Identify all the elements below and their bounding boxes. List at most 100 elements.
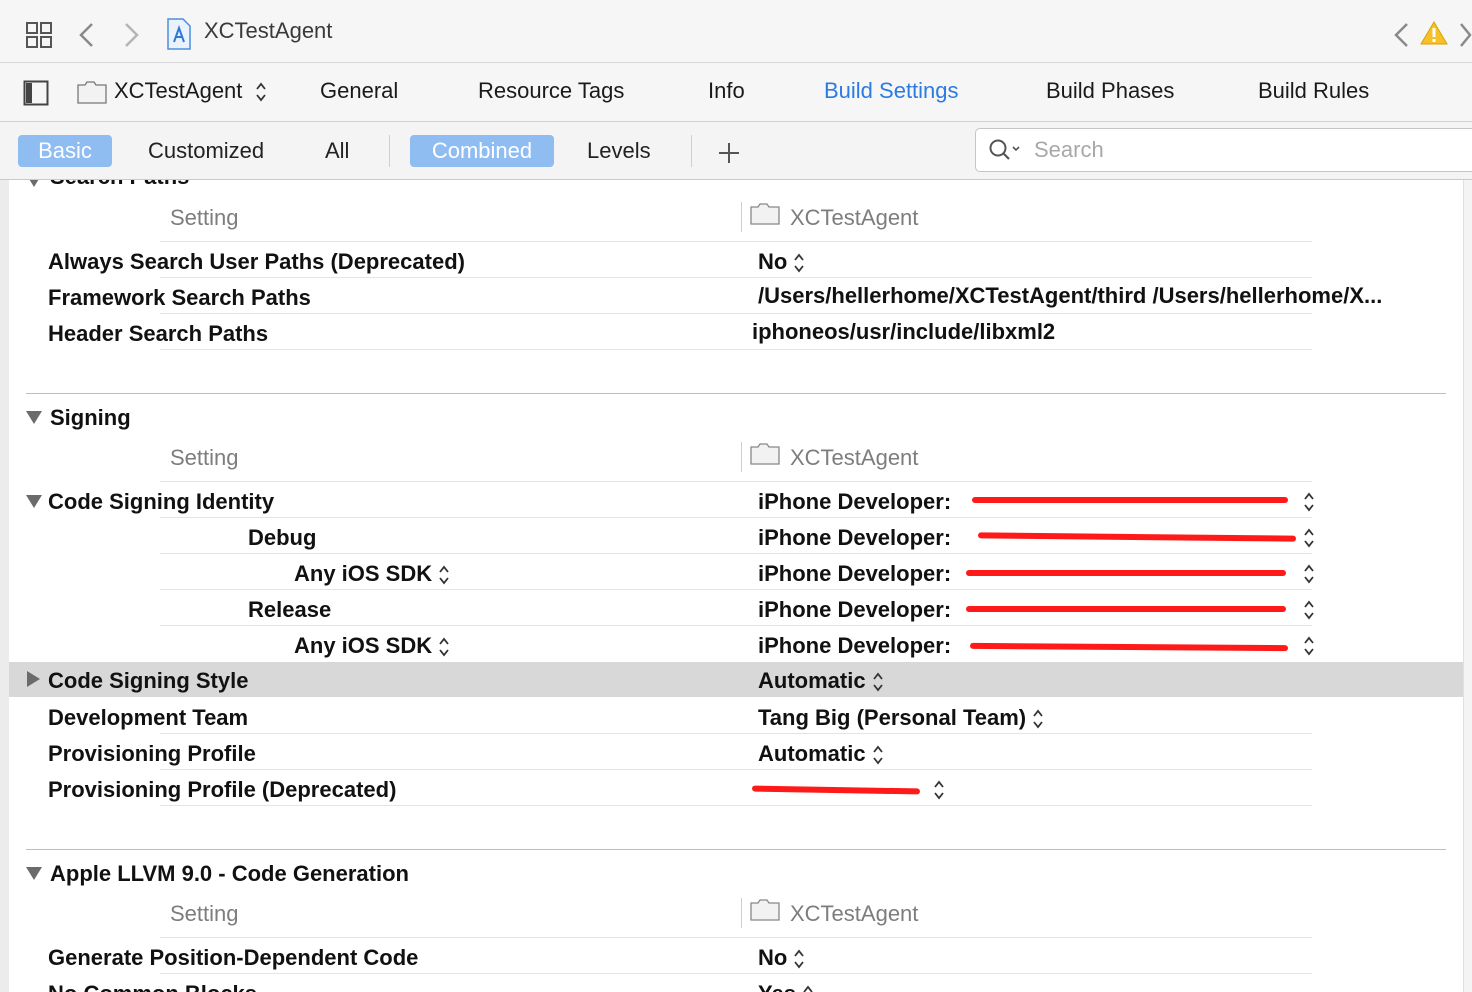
disclosure-triangle-icon[interactable] — [27, 671, 40, 687]
stepper-icon[interactable] — [1303, 491, 1315, 513]
stepper-icon[interactable] — [1303, 635, 1315, 657]
left-gutter — [0, 180, 9, 992]
stepper-icon[interactable] — [1303, 599, 1315, 621]
setting-value[interactable]: iPhone Developer: — [758, 525, 951, 551]
row-divider — [160, 241, 1312, 242]
setting-label: Development Team — [48, 705, 249, 730]
sidebar-toggle-icon[interactable] — [23, 80, 49, 106]
setting-value[interactable]: iPhone Developer: — [758, 489, 951, 515]
search-input[interactable] — [1032, 135, 1456, 165]
setting-value[interactable]: iphoneos/usr/include/libxml2 — [752, 319, 1055, 345]
issue-previous-icon[interactable] — [1393, 22, 1411, 48]
setting-label: Release — [248, 597, 332, 622]
disclosure-triangle-icon[interactable] — [26, 867, 42, 880]
column-header-target: XCTestAgent — [790, 445, 919, 470]
filter-customized-button[interactable]: Customized — [148, 135, 264, 167]
stepper-icon[interactable] — [933, 779, 945, 801]
row-divider — [160, 973, 1312, 974]
target-selector[interactable]: XCTestAgent — [114, 78, 267, 104]
disclosure-triangle-icon[interactable] — [26, 411, 42, 424]
setting-label[interactable]: Any iOS SDK — [294, 633, 450, 659]
redaction-mark — [969, 642, 1289, 652]
stepper-icon[interactable] — [1303, 527, 1315, 549]
setting-value[interactable]: Yes — [758, 981, 814, 992]
row-divider — [160, 313, 1312, 314]
column-header-target: XCTestAgent — [790, 901, 919, 926]
stepper-icon — [255, 82, 266, 102]
row-divider — [160, 625, 1312, 626]
folder-icon — [77, 81, 107, 104]
row-divider — [160, 589, 1312, 590]
filter-all-button[interactable]: All — [325, 135, 349, 167]
setting-value[interactable]: Automatic — [758, 741, 884, 767]
row-divider — [160, 553, 1312, 554]
column-header-setting: Setting — [170, 205, 239, 230]
setting-value[interactable]: iPhone Developer: — [758, 597, 951, 623]
redaction-mark — [972, 497, 1288, 503]
stepper-icon[interactable] — [793, 948, 805, 970]
issue-next-icon[interactable] — [1458, 22, 1472, 48]
column-header-setting: Setting — [170, 445, 239, 470]
folder-icon — [750, 203, 780, 225]
view-combined-button[interactable]: Combined — [410, 135, 554, 167]
build-settings-table: Search Paths Setting XCTestAgent Always … — [0, 180, 1472, 992]
xcode-project-icon — [167, 18, 191, 50]
scrollbar-track[interactable] — [1463, 180, 1472, 992]
redaction-mark — [966, 606, 1286, 612]
plus-icon[interactable] — [716, 140, 742, 166]
setting-label: Always Search User Paths (Deprecated) — [48, 249, 465, 274]
stepper-icon[interactable] — [438, 564, 450, 586]
stepper-icon[interactable] — [872, 671, 884, 693]
row-divider — [160, 937, 1312, 938]
filter-basic-button[interactable]: Basic — [18, 135, 112, 167]
setting-label: Debug — [248, 525, 317, 550]
row-divider — [160, 805, 1312, 806]
column-divider — [741, 202, 742, 232]
setting-value[interactable]: iPhone Developer: — [758, 633, 951, 659]
tab-info[interactable]: Info — [708, 78, 745, 104]
redaction-mark — [977, 532, 1297, 542]
stepper-icon[interactable] — [802, 984, 814, 992]
disclosure-triangle-icon[interactable] — [26, 180, 42, 187]
jump-bar: XCTestAgent — [0, 0, 1472, 63]
section-title-signing: Signing — [50, 405, 131, 430]
setting-label[interactable]: Any iOS SDK — [294, 561, 450, 587]
row-divider — [160, 277, 1312, 278]
setting-label: Header Search Paths — [48, 321, 269, 346]
tab-build-settings[interactable]: Build Settings — [824, 78, 959, 104]
section-title-code-generation: Apple LLVM 9.0 - Code Generation — [50, 861, 409, 886]
stepper-icon[interactable] — [872, 744, 884, 766]
stepper-icon[interactable] — [793, 252, 805, 274]
setting-value[interactable]: Tang Big (Personal Team) — [758, 705, 1044, 731]
stepper-icon[interactable] — [1032, 708, 1044, 730]
stepper-icon[interactable] — [438, 636, 450, 658]
warning-icon[interactable] — [1420, 20, 1448, 46]
column-header-target: XCTestAgent — [790, 205, 919, 230]
tab-resource-tags[interactable]: Resource Tags — [478, 78, 624, 104]
tab-general[interactable]: General — [320, 78, 398, 104]
setting-value[interactable]: No — [758, 249, 805, 275]
column-header-setting: Setting — [170, 901, 239, 926]
stepper-icon[interactable] — [1303, 563, 1315, 585]
section-divider — [26, 849, 1446, 850]
disclosure-triangle-icon[interactable] — [26, 495, 42, 508]
filter-divider — [691, 135, 692, 167]
setting-value[interactable]: Automatic — [758, 668, 884, 694]
view-levels-button[interactable]: Levels — [587, 135, 651, 167]
column-divider — [741, 898, 742, 928]
grid-icon[interactable] — [25, 21, 53, 49]
row-divider — [160, 517, 1312, 518]
row-divider — [160, 481, 1312, 482]
breadcrumb-project[interactable]: XCTestAgent — [204, 18, 332, 44]
row-divider — [160, 733, 1312, 734]
tab-build-rules[interactable]: Build Rules — [1258, 78, 1369, 104]
setting-value[interactable]: /Users/hellerhome/XCTestAgent/third /Use… — [758, 283, 1382, 309]
tab-build-phases[interactable]: Build Phases — [1046, 78, 1174, 104]
search-field[interactable] — [975, 128, 1472, 172]
back-arrow-icon[interactable] — [78, 22, 96, 48]
setting-label: Generate Position-Dependent Code — [48, 945, 419, 970]
setting-value[interactable]: iPhone Developer: — [758, 561, 951, 587]
setting-value[interactable]: No — [758, 945, 805, 971]
forward-arrow-icon[interactable] — [122, 22, 140, 48]
setting-label: Code Signing Identity — [48, 489, 275, 514]
